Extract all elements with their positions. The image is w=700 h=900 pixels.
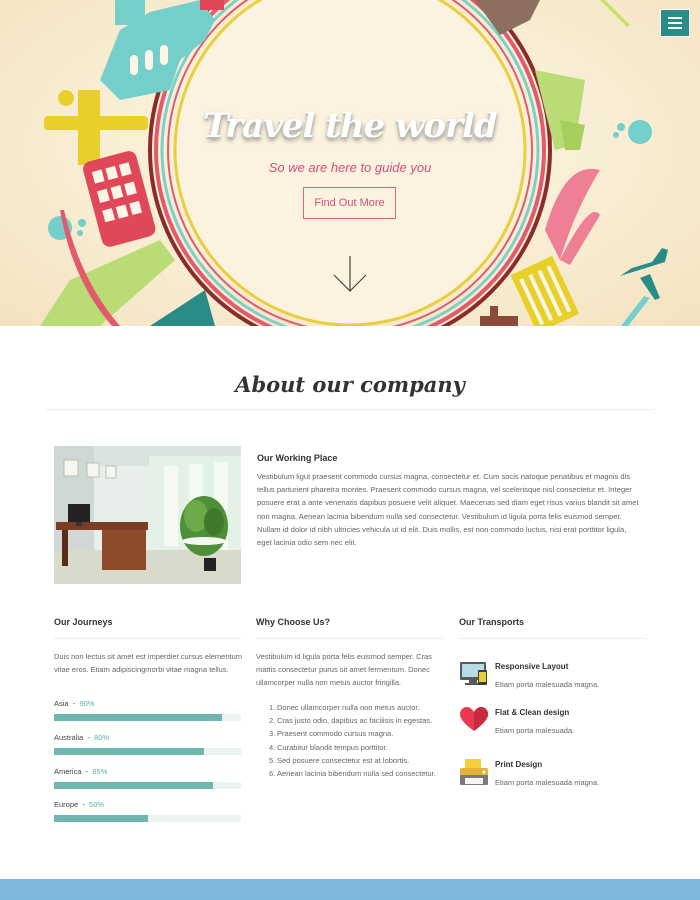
progress-percent: 50%: [89, 800, 105, 809]
progress-australia: Australia - 80%: [54, 733, 241, 755]
transport-item-responsive: Responsive Layout Etiam porta malesuada …: [459, 660, 649, 696]
list-item: 6. Aenean lacinia bibendum nulla sed cons…: [269, 769, 436, 779]
menu-line: [668, 27, 682, 29]
transport-text: Etiam porta malesuada.: [495, 726, 575, 735]
why-choose-us-list: 1. Donec ullamcorper nulla non metus auct…: [260, 701, 450, 780]
list-item: 3. Praesent commodo cursus magna.: [269, 729, 394, 739]
progress-label: America - 85%: [54, 767, 108, 776]
transport-item-print-design: Print Design Etiam porta malesuada magna…: [459, 758, 649, 794]
list-item: 2. Cras justo odio, dapibus ac facilisis …: [269, 716, 433, 726]
hamburger-menu-button[interactable]: [660, 9, 690, 37]
arrow-down-icon[interactable]: [333, 255, 367, 293]
progress-percent: 80%: [94, 733, 110, 742]
list-item: 5. Sed posuere consectetur est at loborti…: [269, 755, 410, 765]
progress-region: Europe: [54, 800, 79, 809]
transport-text: Etiam porta malesuada magna.: [495, 778, 600, 787]
transport-text: Etiam porta malesuada magna.: [495, 680, 600, 689]
progress-track: [54, 748, 241, 755]
progress-track: [54, 714, 241, 721]
transport-title: Responsive Layout: [495, 662, 569, 671]
journeys-title: Our Journeys: [54, 617, 113, 627]
progress-label: Australia - 80%: [54, 733, 110, 742]
transport-title: Print Design: [495, 760, 543, 769]
progress-asia: Asia - 90%: [54, 699, 241, 721]
why-choose-us-text: Vestibulum id ligula porta felis euismod…: [256, 652, 432, 687]
progress-fill: [54, 714, 223, 721]
menu-line: [668, 17, 682, 19]
heart-icon: [460, 707, 488, 731]
transport-title: Flat & Clean design: [495, 708, 570, 717]
working-place-title: Our Working Place: [257, 453, 338, 463]
progress-fill: [54, 748, 204, 755]
hero-banner: Travel the world So we are here to guide…: [0, 0, 700, 326]
progress-fill: [54, 815, 148, 822]
find-out-more-button[interactable]: Find Out More: [303, 187, 396, 219]
section-divider: [46, 409, 654, 410]
journeys-text: Duis non lectus sit amet est imperdiet c…: [54, 652, 242, 674]
printer-icon: [460, 759, 488, 785]
hero-subtitle: So we are here to guide you: [268, 160, 432, 175]
responsive-devices-icon: [460, 662, 487, 685]
progress-percent: 90%: [79, 699, 95, 708]
progress-label: Europe - 50%: [54, 800, 105, 809]
progress-region: Asia: [54, 699, 69, 708]
progress-region: Australia: [54, 733, 84, 742]
transports-title: Our Transports: [459, 617, 525, 627]
list-item: 4. Curabitur blandit tempus porttitor.: [269, 742, 388, 752]
about-section-title: About our company: [235, 372, 465, 397]
column-divider: [459, 638, 646, 639]
office-photo: [54, 446, 241, 584]
progress-label: Asia - 90%: [54, 699, 95, 708]
footer-bar: [0, 879, 700, 900]
hero-title: Travel the world: [203, 106, 497, 146]
list-item: 1. Donec ullamcorper nulla non metus auct…: [269, 703, 420, 712]
working-place-text: Vestibulum ligut praesent commodo cursus…: [257, 472, 639, 548]
progress-fill: [54, 782, 213, 789]
progress-track: [54, 815, 241, 822]
progress-percent: 85%: [92, 767, 108, 776]
column-divider: [256, 638, 443, 639]
progress-track: [54, 782, 241, 789]
progress-region: America: [54, 767, 82, 776]
column-divider: [54, 638, 241, 639]
progress-america: America - 85%: [54, 767, 241, 789]
transport-item-flat-design: Flat & Clean design Etiam porta malesuad…: [459, 706, 649, 742]
menu-line: [668, 22, 682, 24]
progress-europe: Europe - 50%: [54, 800, 241, 822]
why-choose-us-title: Why Choose Us?: [256, 617, 331, 627]
